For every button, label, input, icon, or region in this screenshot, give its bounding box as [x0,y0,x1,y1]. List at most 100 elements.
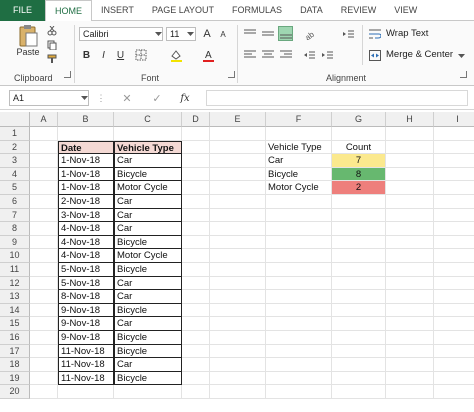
merge-center-icon[interactable] [368,48,382,62]
cell[interactable] [58,385,114,399]
cell[interactable] [434,290,474,304]
row-header-18[interactable]: 18 [0,358,30,372]
cell[interactable] [210,385,266,399]
cell[interactable] [332,235,386,250]
cell[interactable] [386,263,434,277]
cell[interactable] [210,208,266,223]
cell[interactable] [386,371,434,386]
cell[interactable] [210,140,266,155]
cell[interactable] [434,385,474,399]
cell[interactable] [434,209,474,223]
cell[interactable] [332,127,386,141]
column-header-h[interactable]: H [386,112,434,127]
column-header-a[interactable]: A [30,112,58,127]
cell[interactable] [332,385,386,399]
top-align-icon[interactable] [243,27,257,41]
cell[interactable] [434,195,474,209]
tab-review[interactable]: REVIEW [332,0,386,21]
row-header-16[interactable]: 16 [0,331,30,345]
enter-icon[interactable]: ✓ [150,91,164,105]
date-cell[interactable]: 9-Nov-18 [58,317,114,331]
cell[interactable] [30,344,58,359]
cell[interactable] [30,385,58,399]
cell[interactable] [434,317,474,331]
cell[interactable] [434,277,474,291]
cell[interactable] [182,263,210,277]
vehicle-type-cell[interactable]: Bicycle [114,303,182,318]
row-header-14[interactable]: 14 [0,303,30,318]
cell[interactable] [210,167,266,182]
cell[interactable] [266,290,332,304]
cell[interactable] [30,140,58,155]
cell[interactable] [266,317,332,331]
cell[interactable] [182,154,210,168]
cell[interactable] [114,127,182,141]
row-header-17[interactable]: 17 [0,344,30,359]
cell[interactable] [30,290,58,304]
cell[interactable] [182,127,210,141]
formula-input[interactable] [206,90,468,106]
vehicle-type-cell[interactable]: Car [114,358,182,372]
cell[interactable] [30,371,58,386]
cell[interactable] [266,358,332,372]
grow-font-button[interactable]: A [200,27,214,41]
cell[interactable] [386,276,434,291]
cell[interactable] [386,249,434,263]
cell[interactable] [332,358,386,372]
vehicle-type-cell[interactable]: Motor Cycle [114,181,182,195]
cell[interactable] [182,140,210,155]
summary-type-cell[interactable]: Car [266,154,332,168]
cell[interactable] [210,303,266,318]
cell[interactable] [386,358,434,372]
cell[interactable] [182,167,210,182]
column-header-b[interactable]: B [58,112,114,127]
vehicle-type-cell[interactable]: Motor Cycle [114,249,182,263]
font-name-select[interactable]: Calibri [79,27,163,41]
vehicle-type-cell[interactable]: Car [114,276,182,291]
summary-count-cell[interactable]: 2 [332,181,386,195]
cut-icon[interactable] [46,25,58,37]
row-header-6[interactable]: 6 [0,195,30,209]
cell[interactable] [434,249,474,263]
cell[interactable] [182,208,210,223]
decrease-indent-icon[interactable] [302,48,316,62]
align-left-icon[interactable] [243,48,257,62]
vehicle-type-cell[interactable]: Bicycle [114,167,182,182]
cell[interactable] [266,249,332,263]
wrap-text-icon[interactable] [368,27,382,41]
row-header-12[interactable]: 12 [0,276,30,291]
underline-button[interactable]: U [114,48,127,62]
vehicle-type-cell[interactable]: Car [114,208,182,223]
cell[interactable] [182,249,210,263]
cell[interactable] [30,263,58,277]
cell[interactable] [434,236,474,250]
cell[interactable] [30,222,58,236]
cell[interactable] [30,127,58,141]
cell[interactable] [266,208,332,223]
tab-formulas[interactable]: FORMULAS [223,0,291,21]
font-name-dropdown-icon[interactable] [154,29,163,39]
cell[interactable] [434,358,474,372]
cell[interactable] [386,317,434,331]
cell[interactable] [332,263,386,277]
cell[interactable] [386,331,434,345]
cell[interactable] [332,249,386,263]
row-header-10[interactable]: 10 [0,249,30,263]
wrap-text-button[interactable]: Wrap Text [386,28,428,39]
increase-indent-icon[interactable] [320,48,334,62]
italic-button[interactable]: I [97,48,110,62]
cell[interactable] [386,195,434,209]
tab-view[interactable]: VIEW [385,0,426,21]
summary-count-cell[interactable]: 8 [332,167,386,182]
cell[interactable] [30,181,58,195]
vehicle-type-cell[interactable]: Car [114,195,182,209]
cell[interactable] [182,371,210,386]
cell[interactable] [386,181,434,195]
bold-button[interactable]: B [80,48,93,62]
cell[interactable] [30,317,58,331]
cell[interactable] [332,276,386,291]
cell[interactable] [210,154,266,168]
tab-file[interactable]: FILE [0,0,46,21]
row-header-7[interactable]: 7 [0,208,30,223]
cell[interactable] [266,331,332,345]
